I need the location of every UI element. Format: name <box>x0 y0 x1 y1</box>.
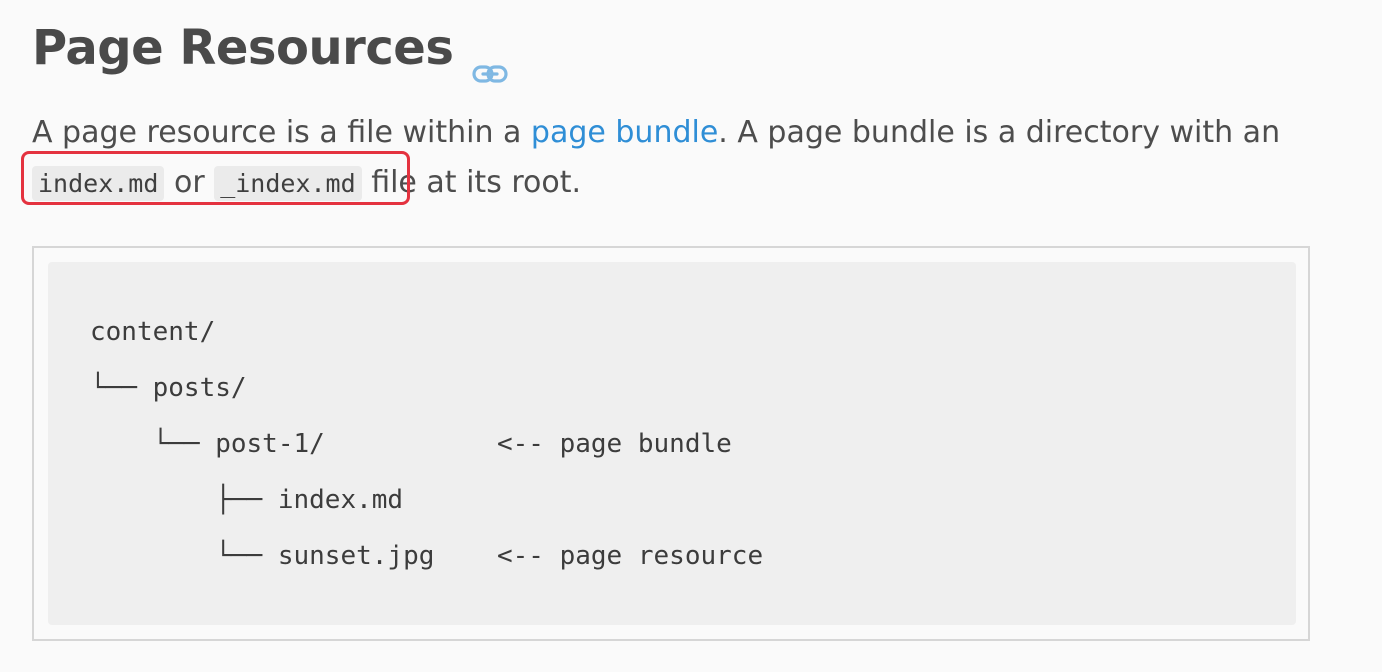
intro-text-2: . A page bundle is a directory with an <box>718 115 1281 150</box>
intro-text-4: file at its root. <box>361 165 582 200</box>
code-line: ├── index.md <box>90 485 404 515</box>
inline-code-index-md: index.md <box>32 166 165 201</box>
code-line: └── sunset.jpg <-- page resource <box>90 541 764 571</box>
intro-paragraph: A page resource is a file within a page … <box>32 108 1292 209</box>
page-title: Page Resources <box>32 14 509 83</box>
code-block-content: content/ └── posts/ └── post-1/ <-- page … <box>90 304 763 584</box>
intro-text-1: A page resource is a file within a <box>32 115 531 150</box>
intro-text-3: or <box>164 165 215 200</box>
code-line: └── posts/ <box>90 373 247 403</box>
page-title-text: Page Resources <box>32 20 454 76</box>
code-block-background: content/ └── posts/ └── post-1/ <-- page … <box>48 262 1296 625</box>
code-block: content/ └── posts/ └── post-1/ <-- page … <box>32 246 1310 641</box>
link-icon[interactable] <box>471 36 509 83</box>
code-line: └── post-1/ <-- page bundle <box>90 429 732 459</box>
page-bundle-link[interactable]: page bundle <box>531 115 718 150</box>
code-line: content/ <box>90 317 216 347</box>
inline-code-underscore-index-md: _index.md <box>214 166 362 201</box>
